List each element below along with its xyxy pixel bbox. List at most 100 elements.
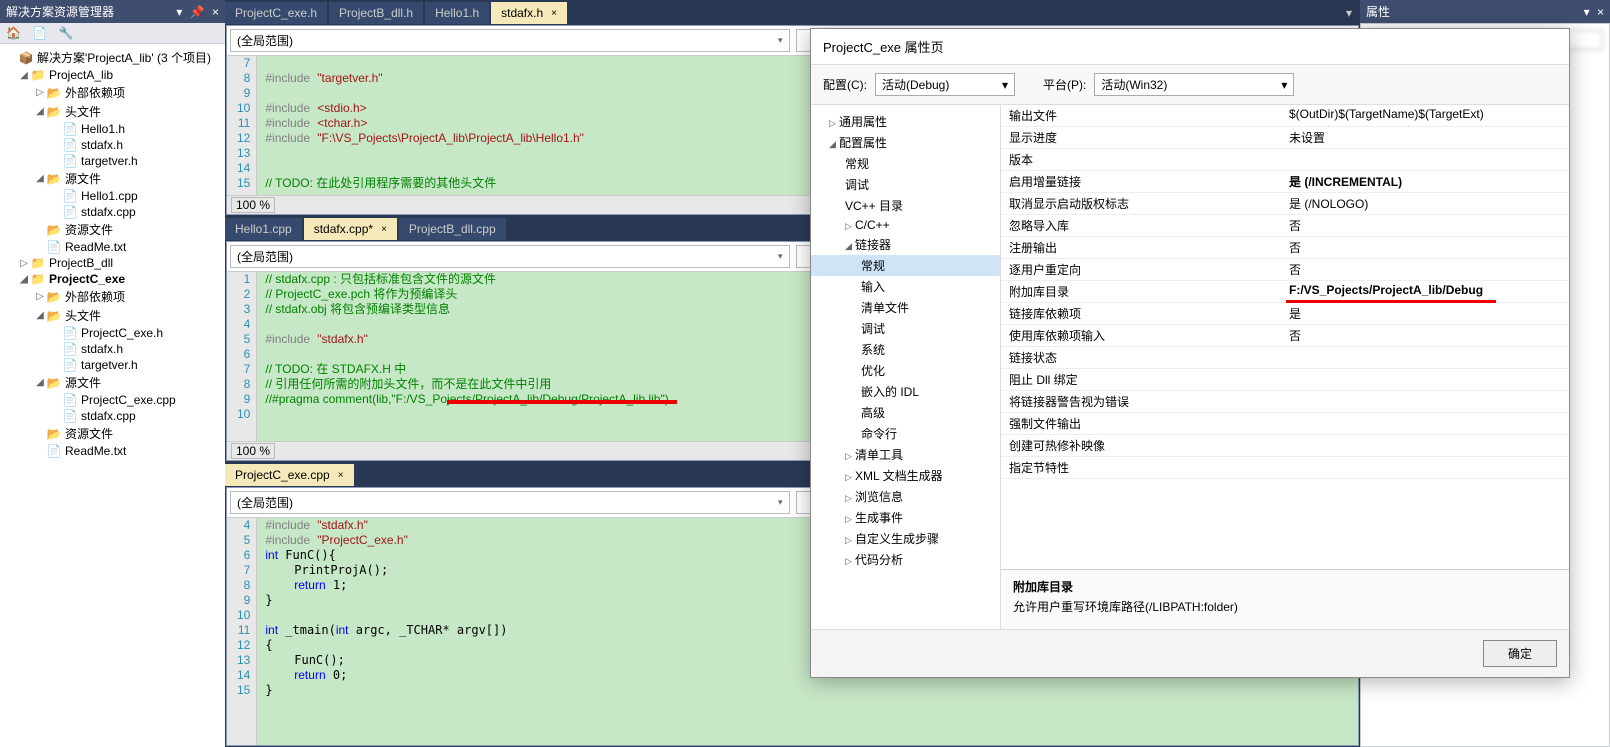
grid-row-addlibdir[interactable]: 附加库目录F:/VS_Pojects/ProjectA_lib/Debug bbox=[1001, 281, 1569, 303]
grid-row[interactable]: 显示进度未设置 bbox=[1001, 127, 1569, 149]
tree-linker-idl[interactable]: 嵌入的 IDL bbox=[811, 381, 1000, 402]
solution-explorer-title: 解决方案资源管理器 bbox=[6, 3, 172, 20]
highlight-marker bbox=[447, 400, 677, 404]
ext-dep-c[interactable]: ▷📂外部依赖项 bbox=[0, 287, 225, 306]
line-gutter: 456789101112131415 bbox=[227, 518, 257, 745]
tree-linker-input[interactable]: 输入 bbox=[811, 276, 1000, 297]
grid-row[interactable]: 输出文件$(OutDir)$(TargetName)$(TargetExt) bbox=[1001, 105, 1569, 127]
tab-hello1cpp[interactable]: Hello1.cpp bbox=[225, 218, 302, 240]
properties-icon[interactable]: 🔧 bbox=[59, 26, 74, 40]
src-folder[interactable]: ◢📂源文件 bbox=[0, 169, 225, 188]
project-node-c[interactable]: ◢📁ProjectC_exe bbox=[0, 271, 225, 287]
grid-row[interactable]: 注册输出否 bbox=[1001, 237, 1569, 259]
file-targetverh[interactable]: 📄targetver.h bbox=[0, 153, 225, 169]
tree-common[interactable]: ▷通用属性 bbox=[811, 111, 1000, 132]
grid-row[interactable]: 创建可热修补映像 bbox=[1001, 435, 1569, 457]
tree-general[interactable]: 常规 bbox=[811, 153, 1000, 174]
ok-button[interactable]: 确定 bbox=[1483, 640, 1557, 667]
tree-linker-general[interactable]: 常规 bbox=[811, 255, 1000, 276]
grid-row[interactable]: 将链接器警告视为错误 bbox=[1001, 391, 1569, 413]
tree-linker-opt[interactable]: 优化 bbox=[811, 360, 1000, 381]
tree-debug[interactable]: 调试 bbox=[811, 174, 1000, 195]
tab-projbdllcpp[interactable]: ProjectB_dll.cpp bbox=[399, 218, 506, 240]
grid-row[interactable]: 链接库依赖项是 bbox=[1001, 303, 1569, 325]
close-icon[interactable]: × bbox=[551, 8, 557, 19]
tab-overflow-icon[interactable]: ▾ bbox=[1338, 2, 1360, 24]
project-node-b[interactable]: ▷📁ProjectB_dll bbox=[0, 255, 225, 271]
config-combo[interactable]: 活动(Debug)▾ bbox=[875, 73, 1015, 96]
tree-browse[interactable]: ▷浏览信息 bbox=[811, 486, 1000, 507]
readme-c[interactable]: 📄ReadMe.txt bbox=[0, 443, 225, 459]
grid-row[interactable]: 使用库依赖项输入否 bbox=[1001, 325, 1569, 347]
close-icon[interactable]: × bbox=[381, 224, 387, 235]
tree-cfgprops[interactable]: ◢配置属性 bbox=[811, 132, 1000, 153]
tree-manifest-tool[interactable]: ▷清单工具 bbox=[811, 444, 1000, 465]
tree-linker[interactable]: ◢链接器 bbox=[811, 234, 1000, 255]
grid-row[interactable]: 指定节特性 bbox=[1001, 457, 1569, 479]
file-stdafxh-c[interactable]: 📄stdafx.h bbox=[0, 341, 225, 357]
tab-stdafxcpp[interactable]: stdafx.cpp*× bbox=[304, 218, 397, 240]
grid-row[interactable]: 逐用户重定向否 bbox=[1001, 259, 1569, 281]
grid-row[interactable]: 链接状态 bbox=[1001, 347, 1569, 369]
ext-dep[interactable]: ▷📂外部依赖项 bbox=[0, 83, 225, 102]
grid-row[interactable]: 忽略导入库否 bbox=[1001, 215, 1569, 237]
scope-dropdown[interactable]: (全局范围)▾ bbox=[230, 29, 790, 52]
file-stdafxcpp-c[interactable]: 📄stdafx.cpp bbox=[0, 408, 225, 424]
header-folder[interactable]: ◢📂头文件 bbox=[0, 102, 225, 121]
tab-projcexeh[interactable]: ProjectC_exe.h bbox=[225, 2, 327, 24]
solution-node[interactable]: 📦解决方案'ProjectA_lib' (3 个项目) bbox=[0, 48, 225, 67]
src-folder-c[interactable]: ◢📂源文件 bbox=[0, 373, 225, 392]
tree-codeanalysis[interactable]: ▷代码分析 bbox=[811, 549, 1000, 570]
file-stdafxcpp[interactable]: 📄stdafx.cpp bbox=[0, 204, 225, 220]
tree-cpp[interactable]: ▷C/C++ bbox=[811, 216, 1000, 234]
tab-projcexecpp[interactable]: ProjectC_exe.cpp× bbox=[225, 464, 354, 486]
res-folder-c[interactable]: 📂资源文件 bbox=[0, 424, 225, 443]
grid-row[interactable]: 启用增量链接是 (/INCREMENTAL) bbox=[1001, 171, 1569, 193]
home-icon[interactable]: 🏠 bbox=[6, 26, 21, 40]
file-projcexecpp[interactable]: 📄ProjectC_exe.cpp bbox=[0, 392, 225, 408]
grid-row[interactable]: 强制文件输出 bbox=[1001, 413, 1569, 435]
tree-linker-debug[interactable]: 调试 bbox=[811, 318, 1000, 339]
project-node-a[interactable]: ◢📁ProjectA_lib bbox=[0, 67, 225, 83]
tree-vcdirs[interactable]: VC++ 目录 bbox=[811, 195, 1000, 216]
res-folder[interactable]: 📂资源文件 bbox=[0, 220, 225, 239]
readme[interactable]: 📄ReadMe.txt bbox=[0, 239, 225, 255]
zoom-level[interactable]: 100 % bbox=[231, 197, 275, 213]
file-hello1h[interactable]: 📄Hello1.h bbox=[0, 121, 225, 137]
solution-explorer-header: 解决方案资源管理器 ▾ 📌 × bbox=[0, 0, 225, 23]
pin-icon[interactable]: ▾ bbox=[176, 5, 182, 19]
tree-xml[interactable]: ▷XML 文档生成器 bbox=[811, 465, 1000, 486]
grid-row[interactable]: 阻止 Dll 绑定 bbox=[1001, 369, 1569, 391]
refresh-icon[interactable]: 📄 bbox=[32, 26, 47, 40]
close-icon[interactable]: × bbox=[212, 5, 219, 19]
pin-icon[interactable]: ▾ bbox=[1584, 5, 1590, 19]
file-stdafxh[interactable]: 📄stdafx.h bbox=[0, 137, 225, 153]
file-projcexeh[interactable]: 📄ProjectC_exe.h bbox=[0, 325, 225, 341]
scope-dropdown[interactable]: (全局范围)▾ bbox=[230, 245, 790, 268]
platform-label: 平台(P): bbox=[1043, 76, 1086, 93]
property-tree: ▷通用属性 ◢配置属性 常规 调试 VC++ 目录 ▷C/C++ ◢链接器 常规… bbox=[811, 105, 1001, 629]
file-hello1cpp[interactable]: 📄Hello1.cpp bbox=[0, 188, 225, 204]
tree-linker-cmd[interactable]: 命令行 bbox=[811, 423, 1000, 444]
property-description: 附加库目录 允许用户重写环境库路径(/LIBPATH:folder) bbox=[1001, 569, 1569, 629]
header-folder-c[interactable]: ◢📂头文件 bbox=[0, 306, 225, 325]
config-label: 配置(C): bbox=[823, 76, 867, 93]
tree-linker-manifest[interactable]: 清单文件 bbox=[811, 297, 1000, 318]
properties-header: 属性 ▾ × bbox=[1360, 0, 1610, 23]
tree-linker-system[interactable]: 系统 bbox=[811, 339, 1000, 360]
tab-projbdllh[interactable]: ProjectB_dll.h bbox=[329, 2, 423, 24]
file-targetverh-c[interactable]: 📄targetver.h bbox=[0, 357, 225, 373]
tree-custom[interactable]: ▷自定义生成步骤 bbox=[811, 528, 1000, 549]
tree-buildevents[interactable]: ▷生成事件 bbox=[811, 507, 1000, 528]
pin-icon[interactable]: 📌 bbox=[190, 5, 205, 19]
scope-dropdown[interactable]: (全局范围)▾ bbox=[230, 491, 790, 514]
tree-linker-adv[interactable]: 高级 bbox=[811, 402, 1000, 423]
grid-row[interactable]: 版本 bbox=[1001, 149, 1569, 171]
tab-hello1h[interactable]: Hello1.h bbox=[425, 2, 489, 24]
zoom-level[interactable]: 100 % bbox=[231, 443, 275, 459]
tab-stdafxh[interactable]: stdafx.h× bbox=[491, 2, 567, 24]
close-icon[interactable]: × bbox=[338, 470, 344, 481]
platform-combo[interactable]: 活动(Win32)▾ bbox=[1094, 73, 1294, 96]
grid-row[interactable]: 取消显示启动版权标志是 (/NOLOGO) bbox=[1001, 193, 1569, 215]
close-icon[interactable]: × bbox=[1597, 5, 1604, 19]
